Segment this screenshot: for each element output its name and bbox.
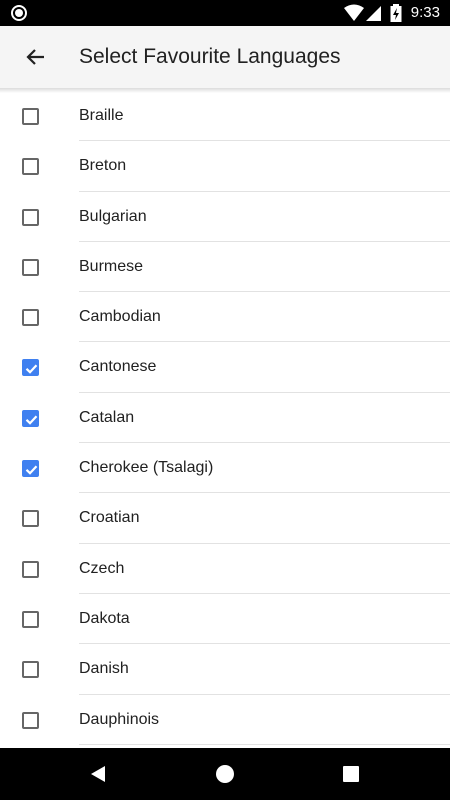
language-label: Danish — [79, 660, 129, 678]
language-label: Catalan — [79, 408, 135, 426]
checkmark-icon — [25, 415, 38, 425]
language-row[interactable]: Breton — [0, 141, 450, 192]
language-label: Czech — [79, 559, 125, 577]
record-icon — [11, 5, 27, 21]
signal-icon — [366, 6, 381, 21]
checkbox-checked[interactable] — [22, 460, 39, 478]
checkmark-icon — [25, 465, 38, 475]
status-bar: 9:33 — [0, 0, 450, 26]
language-label: Dauphinois — [79, 710, 160, 728]
nav-recents-button[interactable] — [336, 759, 366, 789]
language-row[interactable]: Dakota — [0, 594, 450, 645]
language-label: Cambodian — [79, 308, 161, 326]
language-row[interactable]: Burmese — [0, 242, 450, 293]
checkbox-unchecked[interactable] — [22, 208, 39, 226]
language-label: Burmese — [79, 257, 144, 275]
language-label: Dakota — [79, 609, 130, 627]
language-label: Croatian — [79, 509, 140, 527]
language-row[interactable]: Dauphinois — [0, 695, 450, 745]
language-row[interactable]: Czech — [0, 544, 450, 594]
arrow-back-icon — [26, 49, 44, 65]
checkbox-checked[interactable] — [22, 359, 39, 377]
language-label: Bulgarian — [79, 207, 147, 225]
language-row[interactable]: Danish — [0, 644, 450, 695]
language-row[interactable]: Croatian — [0, 493, 450, 544]
language-row[interactable]: Cantonese — [0, 342, 450, 393]
language-row[interactable]: Bulgarian — [0, 192, 450, 242]
back-button[interactable] — [14, 36, 56, 78]
language-list[interactable]: Braille Breton Bulgarian Burmese Cambodian Ca… — [0, 91, 450, 748]
clock: 9:33 — [410, 4, 440, 21]
language-row[interactable]: Catalan — [0, 393, 450, 444]
language-row[interactable]: Braille — [0, 91, 450, 142]
home-circle-icon — [216, 765, 234, 783]
language-label: Cantonese — [79, 358, 157, 376]
checkbox-checked[interactable] — [22, 409, 39, 427]
row-divider — [79, 743, 450, 745]
checkbox-unchecked[interactable] — [22, 610, 39, 628]
checkbox-unchecked[interactable] — [22, 158, 39, 176]
nav-back-button[interactable] — [83, 759, 113, 789]
checkbox-unchecked[interactable] — [22, 309, 39, 327]
checkbox-unchecked[interactable] — [22, 510, 39, 528]
language-row[interactable]: Cherokee (Tsalagi) — [0, 443, 450, 494]
nav-home-button[interactable] — [210, 759, 240, 789]
language-label: Braille — [79, 107, 124, 124]
app-bar: Select Favourite Languages — [0, 26, 450, 88]
battery-charging-icon — [390, 4, 402, 22]
page-title: Select Favourite Languages — [79, 45, 341, 68]
checkmark-icon — [25, 364, 38, 375]
navigation-bar — [0, 748, 450, 800]
language-label: Cherokee (Tsalagi) — [79, 459, 214, 477]
wifi-icon — [344, 4, 364, 21]
checkbox-unchecked[interactable] — [22, 661, 39, 679]
checkbox-unchecked[interactable] — [22, 258, 39, 276]
back-triangle-icon — [91, 766, 105, 782]
language-label: Breton — [79, 157, 127, 175]
checkbox-unchecked[interactable] — [22, 560, 39, 578]
recents-square-icon — [343, 766, 359, 782]
checkbox-unchecked[interactable] — [22, 108, 39, 125]
checkbox-unchecked[interactable] — [22, 711, 39, 729]
language-row[interactable]: Cambodian — [0, 292, 450, 343]
